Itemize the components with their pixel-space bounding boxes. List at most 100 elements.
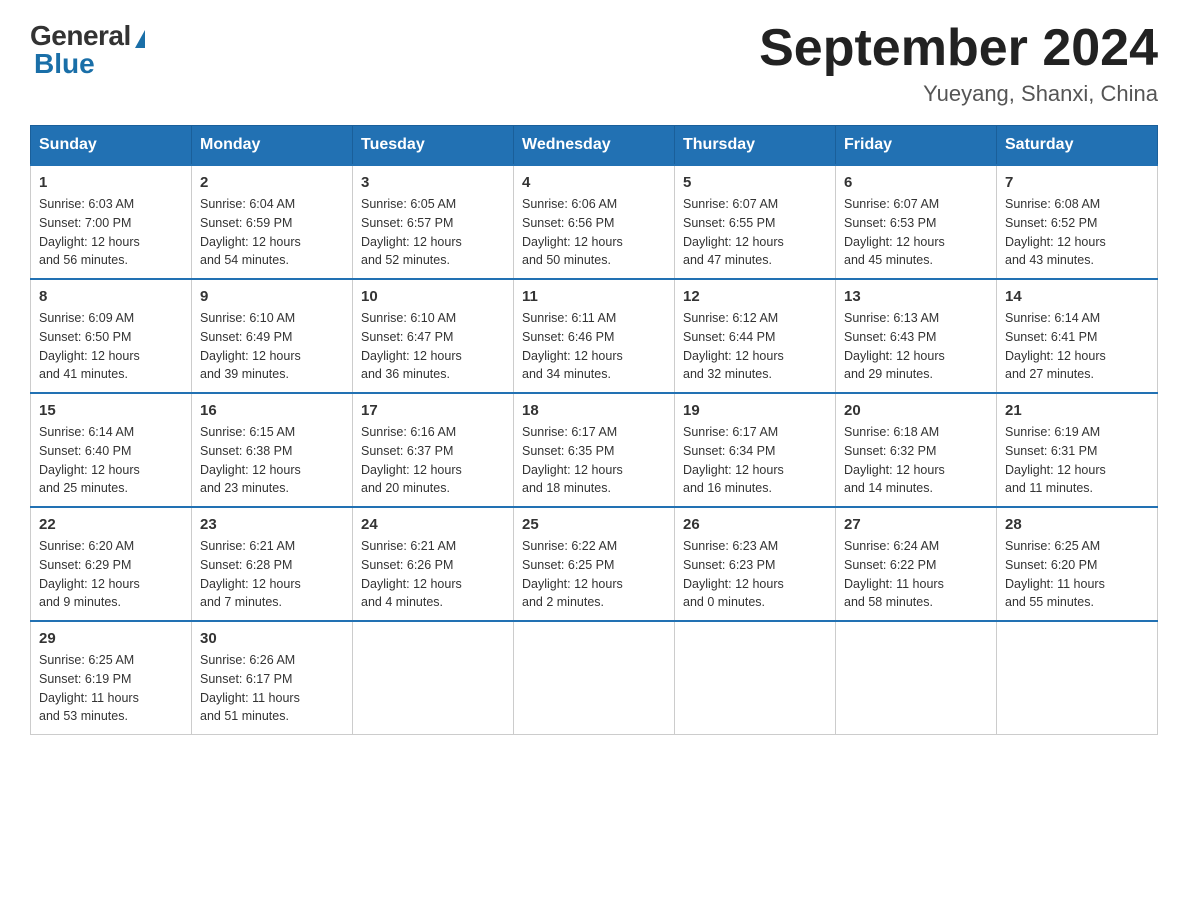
title-section: September 2024 Yueyang, Shanxi, China (759, 20, 1158, 107)
day-number: 28 (1005, 516, 1149, 533)
day-number: 8 (39, 288, 183, 305)
weekday-header-wednesday: Wednesday (514, 126, 675, 166)
calendar-cell: 24Sunrise: 6:21 AM Sunset: 6:26 PM Dayli… (353, 507, 514, 621)
calendar-cell: 30 Sunrise: 6:26 AM Sunset: 6:17 PM Dayli… (192, 621, 353, 735)
day-number: 18 (522, 402, 666, 419)
day-number: 24 (361, 516, 505, 533)
day-number: 9 (200, 288, 344, 305)
day-info: Sunrise: 6:05 AM Sunset: 6:57 PM Dayligh… (361, 195, 505, 270)
day-number: 10 (361, 288, 505, 305)
day-info: Sunrise: 6:19 AM Sunset: 6:31 PM Dayligh… (1005, 423, 1149, 498)
day-info: Sunrise: 6:07 AM Sunset: 6:55 PM Dayligh… (683, 195, 827, 270)
calendar-week-row: 1Sunrise: 6:03 AM Sunset: 7:00 PM Daylig… (31, 165, 1158, 279)
day-number: 29 (39, 630, 183, 647)
calendar-cell: 6Sunrise: 6:07 AM Sunset: 6:53 PM Daylig… (836, 165, 997, 279)
calendar-cell: 19Sunrise: 6:17 AM Sunset: 6:34 PM Dayli… (675, 393, 836, 507)
calendar-cell: 5 Sunrise: 6:07 AM Sunset: 6:55 PM Daylig… (675, 165, 836, 279)
calendar-cell: 29 Sunrise: 6:25 AM Sunset: 6:19 PM Dayli… (31, 621, 192, 735)
day-number: 17 (361, 402, 505, 419)
day-info: Sunrise: 6:06 AM Sunset: 6:56 PM Dayligh… (522, 195, 666, 270)
calendar-cell: 28 Sunrise: 6:25 AM Sunset: 6:20 PM Dayli… (997, 507, 1158, 621)
calendar-cell: 27Sunrise: 6:24 AM Sunset: 6:22 PM Dayli… (836, 507, 997, 621)
calendar-week-row: 22 Sunrise: 6:20 AM Sunset: 6:29 PM Dayli… (31, 507, 1158, 621)
day-number: 6 (844, 174, 988, 191)
day-info: Sunrise: 6:24 AM Sunset: 6:22 PM Dayligh… (844, 537, 988, 612)
day-number: 5 (683, 174, 827, 191)
day-info: Sunrise: 6:21 AM Sunset: 6:28 PM Dayligh… (200, 537, 344, 612)
calendar-title: September 2024 (759, 20, 1158, 77)
calendar-subtitle: Yueyang, Shanxi, China (759, 81, 1158, 107)
day-info: Sunrise: 6:18 AM Sunset: 6:32 PM Dayligh… (844, 423, 988, 498)
day-number: 22 (39, 516, 183, 533)
calendar-cell: 9 Sunrise: 6:10 AM Sunset: 6:49 PM Daylig… (192, 279, 353, 393)
day-info: Sunrise: 6:10 AM Sunset: 6:49 PM Dayligh… (200, 309, 344, 384)
day-number: 23 (200, 516, 344, 533)
day-number: 21 (1005, 402, 1149, 419)
page-header: General Blue September 2024 Yueyang, Sha… (30, 20, 1158, 107)
day-number: 20 (844, 402, 988, 419)
day-info: Sunrise: 6:14 AM Sunset: 6:40 PM Dayligh… (39, 423, 183, 498)
logo: General Blue (30, 20, 145, 80)
day-info: Sunrise: 6:20 AM Sunset: 6:29 PM Dayligh… (39, 537, 183, 612)
calendar-table: SundayMondayTuesdayWednesdayThursdayFrid… (30, 125, 1158, 735)
calendar-cell: 21 Sunrise: 6:19 AM Sunset: 6:31 PM Dayli… (997, 393, 1158, 507)
day-info: Sunrise: 6:15 AM Sunset: 6:38 PM Dayligh… (200, 423, 344, 498)
calendar-cell: 11Sunrise: 6:11 AM Sunset: 6:46 PM Dayli… (514, 279, 675, 393)
calendar-cell: 8 Sunrise: 6:09 AM Sunset: 6:50 PM Daylig… (31, 279, 192, 393)
weekday-header-row: SundayMondayTuesdayWednesdayThursdayFrid… (31, 126, 1158, 166)
calendar-cell (836, 621, 997, 735)
day-info: Sunrise: 6:10 AM Sunset: 6:47 PM Dayligh… (361, 309, 505, 384)
calendar-week-row: 8 Sunrise: 6:09 AM Sunset: 6:50 PM Daylig… (31, 279, 1158, 393)
calendar-week-row: 29 Sunrise: 6:25 AM Sunset: 6:19 PM Dayli… (31, 621, 1158, 735)
day-number: 25 (522, 516, 666, 533)
day-info: Sunrise: 6:25 AM Sunset: 6:19 PM Dayligh… (39, 651, 183, 726)
calendar-cell (514, 621, 675, 735)
calendar-cell: 12 Sunrise: 6:12 AM Sunset: 6:44 PM Dayli… (675, 279, 836, 393)
calendar-cell: 23 Sunrise: 6:21 AM Sunset: 6:28 PM Dayli… (192, 507, 353, 621)
day-number: 12 (683, 288, 827, 305)
calendar-body: 1Sunrise: 6:03 AM Sunset: 7:00 PM Daylig… (31, 165, 1158, 735)
day-info: Sunrise: 6:12 AM Sunset: 6:44 PM Dayligh… (683, 309, 827, 384)
logo-blue-text: Blue (34, 48, 95, 80)
day-info: Sunrise: 6:26 AM Sunset: 6:17 PM Dayligh… (200, 651, 344, 726)
day-number: 4 (522, 174, 666, 191)
calendar-cell: 22 Sunrise: 6:20 AM Sunset: 6:29 PM Dayli… (31, 507, 192, 621)
day-info: Sunrise: 6:08 AM Sunset: 6:52 PM Dayligh… (1005, 195, 1149, 270)
day-number: 16 (200, 402, 344, 419)
weekday-header-friday: Friday (836, 126, 997, 166)
day-info: Sunrise: 6:17 AM Sunset: 6:34 PM Dayligh… (683, 423, 827, 498)
day-number: 3 (361, 174, 505, 191)
day-info: Sunrise: 6:16 AM Sunset: 6:37 PM Dayligh… (361, 423, 505, 498)
calendar-cell (353, 621, 514, 735)
logo-triangle-icon (135, 30, 145, 48)
calendar-cell: 14 Sunrise: 6:14 AM Sunset: 6:41 PM Dayli… (997, 279, 1158, 393)
calendar-cell: 10 Sunrise: 6:10 AM Sunset: 6:47 PM Dayli… (353, 279, 514, 393)
day-info: Sunrise: 6:03 AM Sunset: 7:00 PM Dayligh… (39, 195, 183, 270)
day-number: 30 (200, 630, 344, 647)
weekday-header-sunday: Sunday (31, 126, 192, 166)
day-number: 7 (1005, 174, 1149, 191)
day-info: Sunrise: 6:25 AM Sunset: 6:20 PM Dayligh… (1005, 537, 1149, 612)
weekday-header-saturday: Saturday (997, 126, 1158, 166)
day-number: 26 (683, 516, 827, 533)
weekday-header-thursday: Thursday (675, 126, 836, 166)
calendar-cell (997, 621, 1158, 735)
day-info: Sunrise: 6:09 AM Sunset: 6:50 PM Dayligh… (39, 309, 183, 384)
calendar-cell: 1Sunrise: 6:03 AM Sunset: 7:00 PM Daylig… (31, 165, 192, 279)
calendar-cell: 13Sunrise: 6:13 AM Sunset: 6:43 PM Dayli… (836, 279, 997, 393)
calendar-cell: 2Sunrise: 6:04 AM Sunset: 6:59 PM Daylig… (192, 165, 353, 279)
calendar-header: SundayMondayTuesdayWednesdayThursdayFrid… (31, 126, 1158, 166)
calendar-cell: 15 Sunrise: 6:14 AM Sunset: 6:40 PM Dayli… (31, 393, 192, 507)
day-info: Sunrise: 6:14 AM Sunset: 6:41 PM Dayligh… (1005, 309, 1149, 384)
day-number: 15 (39, 402, 183, 419)
day-info: Sunrise: 6:23 AM Sunset: 6:23 PM Dayligh… (683, 537, 827, 612)
calendar-cell: 17 Sunrise: 6:16 AM Sunset: 6:37 PM Dayli… (353, 393, 514, 507)
weekday-header-tuesday: Tuesday (353, 126, 514, 166)
calendar-week-row: 15 Sunrise: 6:14 AM Sunset: 6:40 PM Dayli… (31, 393, 1158, 507)
calendar-cell: 20 Sunrise: 6:18 AM Sunset: 6:32 PM Dayli… (836, 393, 997, 507)
calendar-cell: 18Sunrise: 6:17 AM Sunset: 6:35 PM Dayli… (514, 393, 675, 507)
day-number: 14 (1005, 288, 1149, 305)
calendar-cell: 7 Sunrise: 6:08 AM Sunset: 6:52 PM Daylig… (997, 165, 1158, 279)
day-number: 11 (522, 288, 666, 305)
calendar-cell: 3 Sunrise: 6:05 AM Sunset: 6:57 PM Daylig… (353, 165, 514, 279)
